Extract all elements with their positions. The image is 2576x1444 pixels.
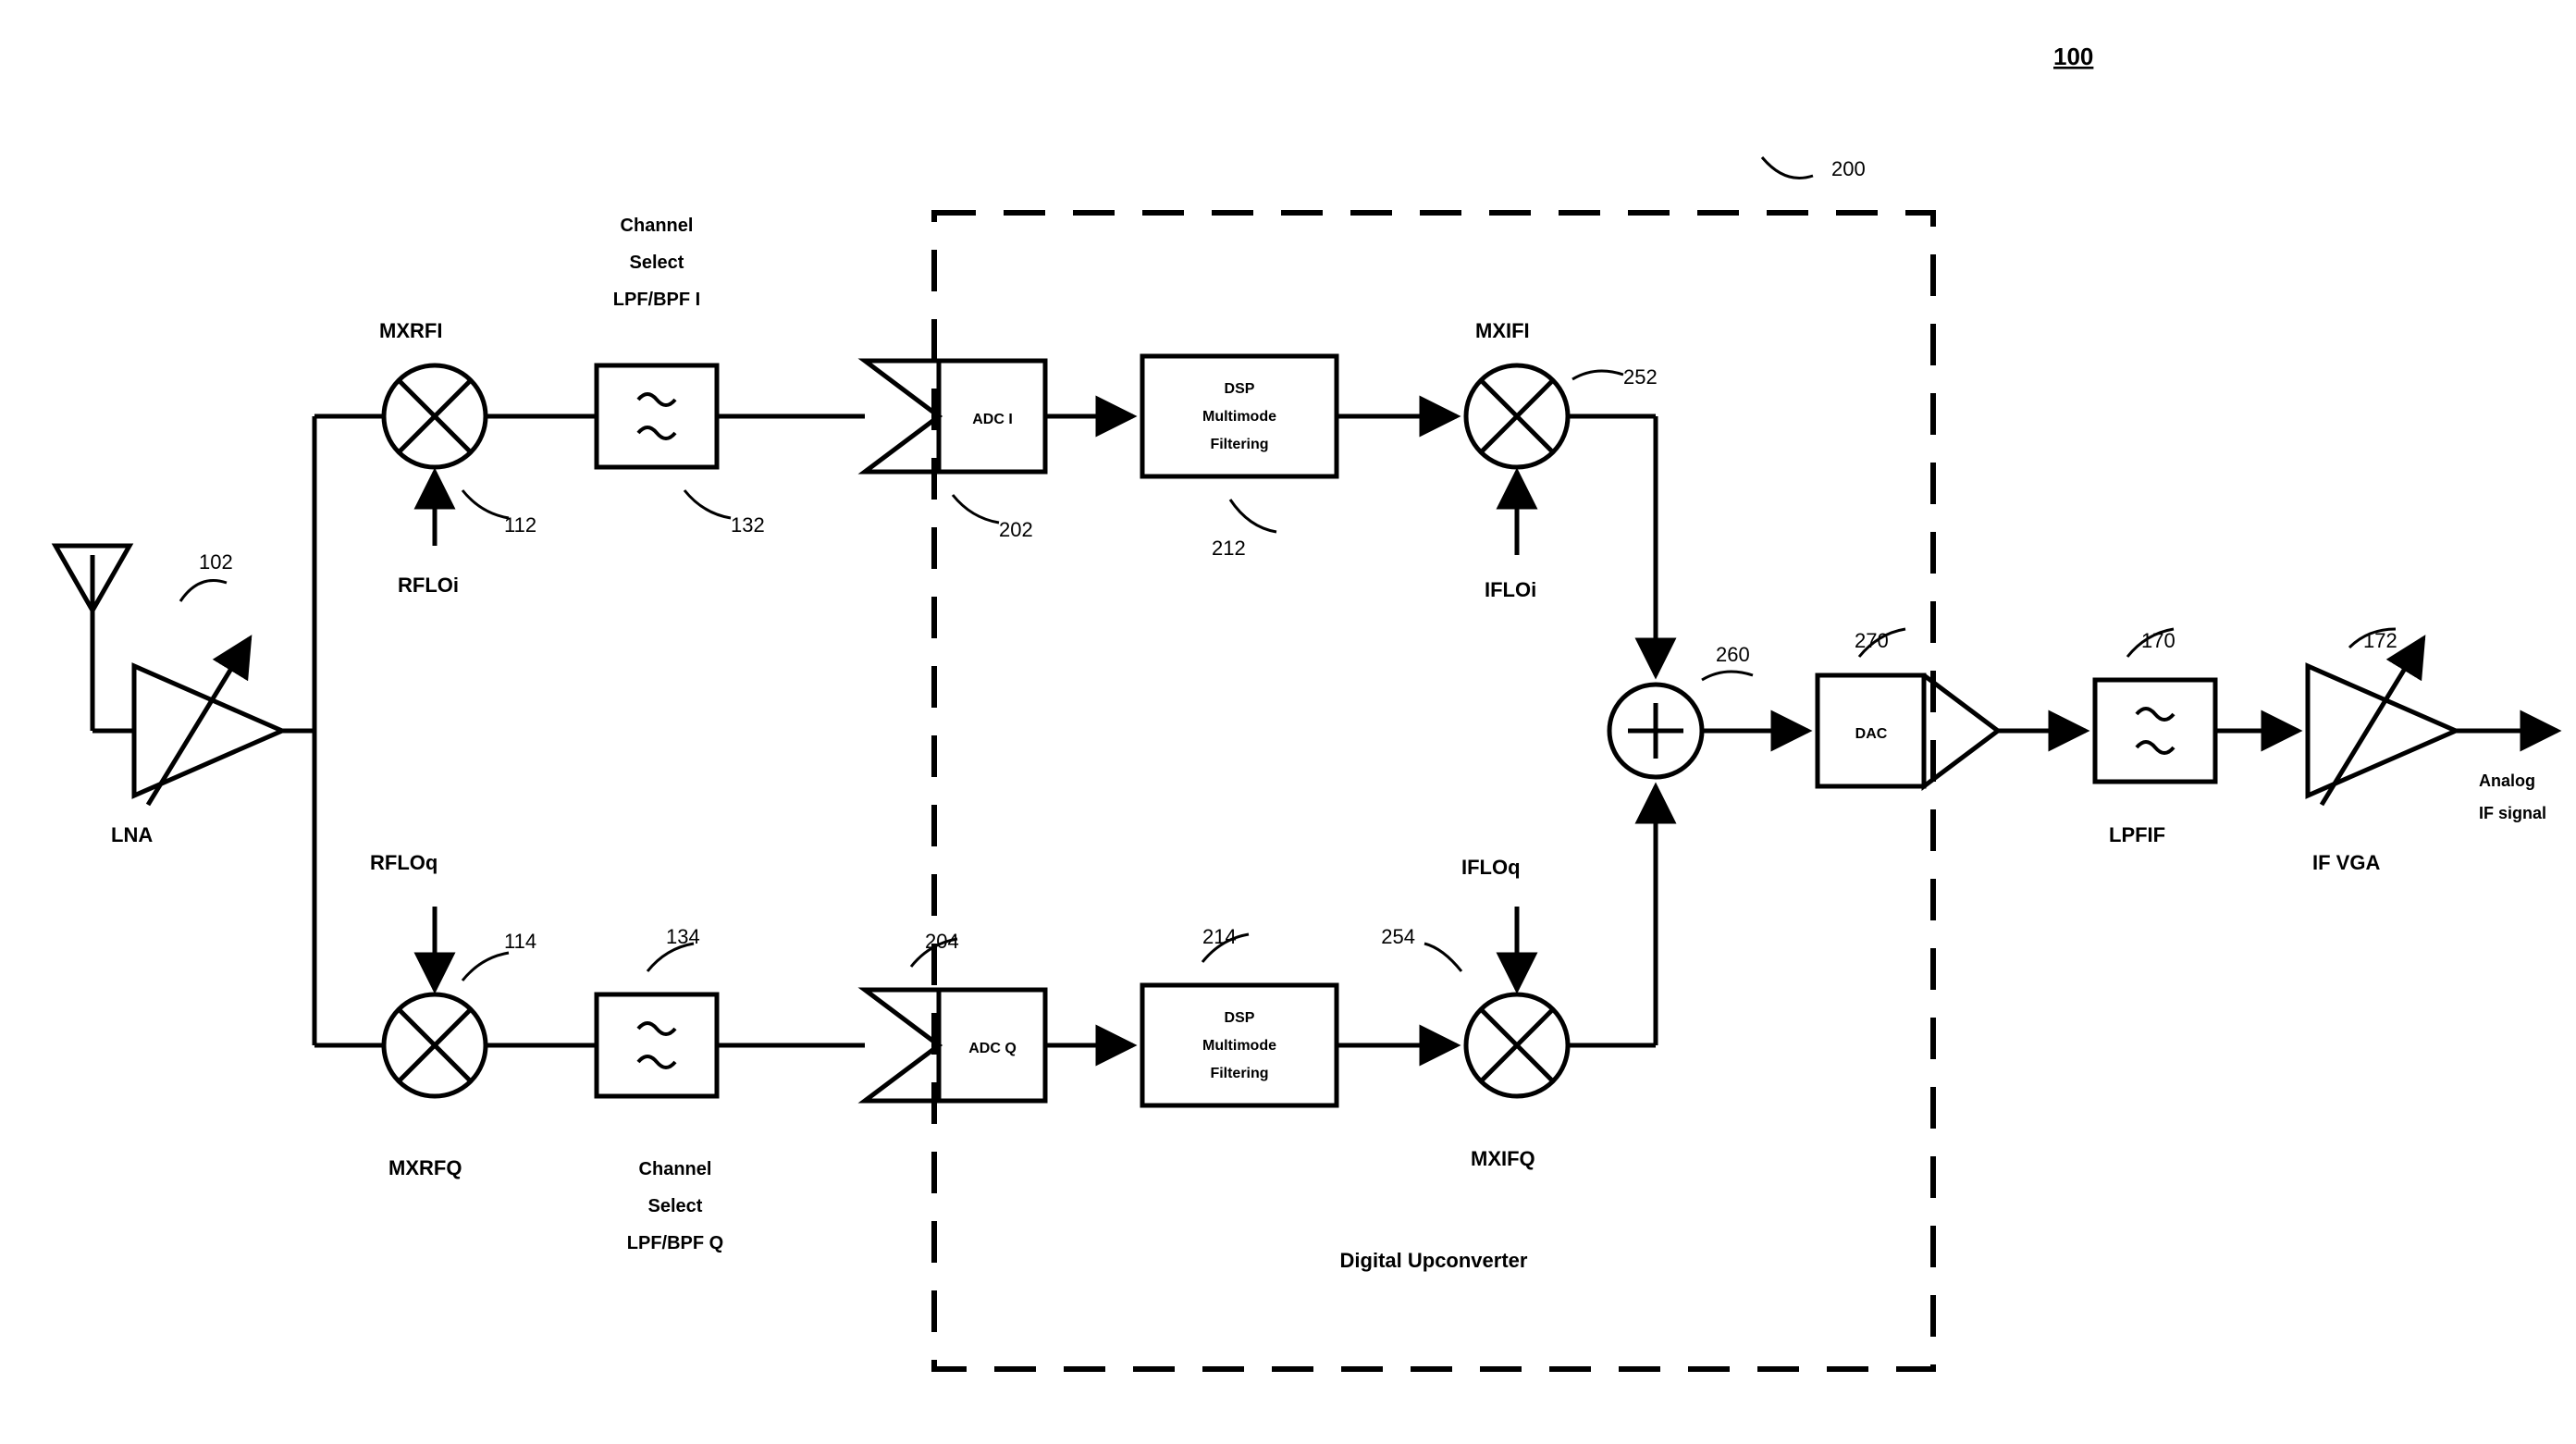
mixer-mxrfi bbox=[384, 365, 486, 467]
section-title: Digital Upconverter bbox=[1340, 1249, 1528, 1272]
rfloi-label: RFLOi bbox=[398, 574, 459, 597]
block-diagram: 100 200 Digital Upconverter LNA 102 MXRF… bbox=[0, 0, 2576, 1444]
mxrfq-label: MXRFQ bbox=[388, 1156, 462, 1179]
summer bbox=[1609, 685, 1702, 777]
rfloq-label: RFLOq bbox=[370, 851, 438, 874]
mxifq-ref: 254 bbox=[1381, 925, 1415, 948]
mxrfq-ref: 114 bbox=[504, 930, 536, 953]
ifloq-label: IFLOq bbox=[1461, 856, 1521, 879]
dac-ref: 270 bbox=[1855, 629, 1889, 652]
output-l1: Analog bbox=[2479, 771, 2535, 790]
dspq-l2: Multimode bbox=[1202, 1038, 1276, 1054]
lna-label: LNA bbox=[111, 823, 153, 846]
vga-label: IF VGA bbox=[2312, 851, 2380, 874]
csi-label2: Select bbox=[630, 253, 684, 273]
if-vga-amplifier bbox=[2308, 638, 2456, 805]
mxrfi-ref: 112 bbox=[504, 513, 536, 537]
dspq-l3: Filtering bbox=[1210, 1066, 1268, 1081]
antenna-icon bbox=[55, 546, 129, 731]
adcq-ref: 204 bbox=[925, 930, 959, 953]
adci-label: ADC I bbox=[972, 412, 1013, 427]
csq-label1: Channel bbox=[639, 1159, 712, 1179]
mixer-mxifi bbox=[1466, 365, 1568, 467]
csq-label3: LPF/BPF Q bbox=[627, 1233, 723, 1253]
mixer-mxrfq bbox=[384, 994, 486, 1096]
adcq-label: ADC Q bbox=[968, 1041, 1017, 1056]
mxifq-label: MXIFQ bbox=[1471, 1147, 1535, 1170]
adci-ref: 202 bbox=[999, 518, 1033, 541]
ifloi-label: IFLOi bbox=[1485, 578, 1536, 601]
channel-select-filter-q bbox=[597, 994, 717, 1096]
dspi-l1: DSP bbox=[1225, 381, 1255, 397]
dspi-l2: Multimode bbox=[1202, 409, 1276, 425]
csq-ref: 134 bbox=[666, 925, 700, 948]
digital-upconverter-boundary bbox=[934, 213, 1933, 1369]
dashed-ref: 200 bbox=[1831, 157, 1866, 180]
csi-label1: Channel bbox=[621, 216, 694, 236]
output-l2: IF signal bbox=[2479, 804, 2546, 822]
lpfif-label: LPFIF bbox=[2109, 823, 2165, 846]
mxifi-ref: 252 bbox=[1623, 365, 1658, 389]
vga-ref: 172 bbox=[2363, 629, 2397, 652]
adc-q bbox=[865, 990, 1045, 1101]
csi-ref: 132 bbox=[731, 513, 765, 537]
dspi-l3: Filtering bbox=[1210, 437, 1268, 452]
summer-ref: 260 bbox=[1716, 643, 1750, 666]
lpfif-filter bbox=[2095, 680, 2215, 782]
dac-label: DAC bbox=[1855, 726, 1888, 742]
lna-ref: 102 bbox=[199, 550, 233, 574]
dspi-ref: 212 bbox=[1212, 537, 1246, 560]
figure-ref: 100 bbox=[2053, 43, 2093, 70]
mxifi-label: MXIFI bbox=[1475, 319, 1530, 342]
lpfif-ref: 170 bbox=[2141, 629, 2175, 652]
csq-label2: Select bbox=[648, 1196, 703, 1216]
channel-select-filter-i bbox=[597, 365, 717, 467]
mxrfi-label: MXRFI bbox=[379, 319, 442, 342]
mixer-mxifq bbox=[1466, 994, 1568, 1096]
dspq-ref: 214 bbox=[1202, 925, 1237, 948]
adc-i bbox=[865, 361, 1045, 472]
lna-amplifier bbox=[134, 638, 282, 805]
dac bbox=[1818, 675, 1998, 786]
csi-label3: LPF/BPF I bbox=[613, 290, 700, 310]
dspq-l1: DSP bbox=[1225, 1010, 1255, 1026]
